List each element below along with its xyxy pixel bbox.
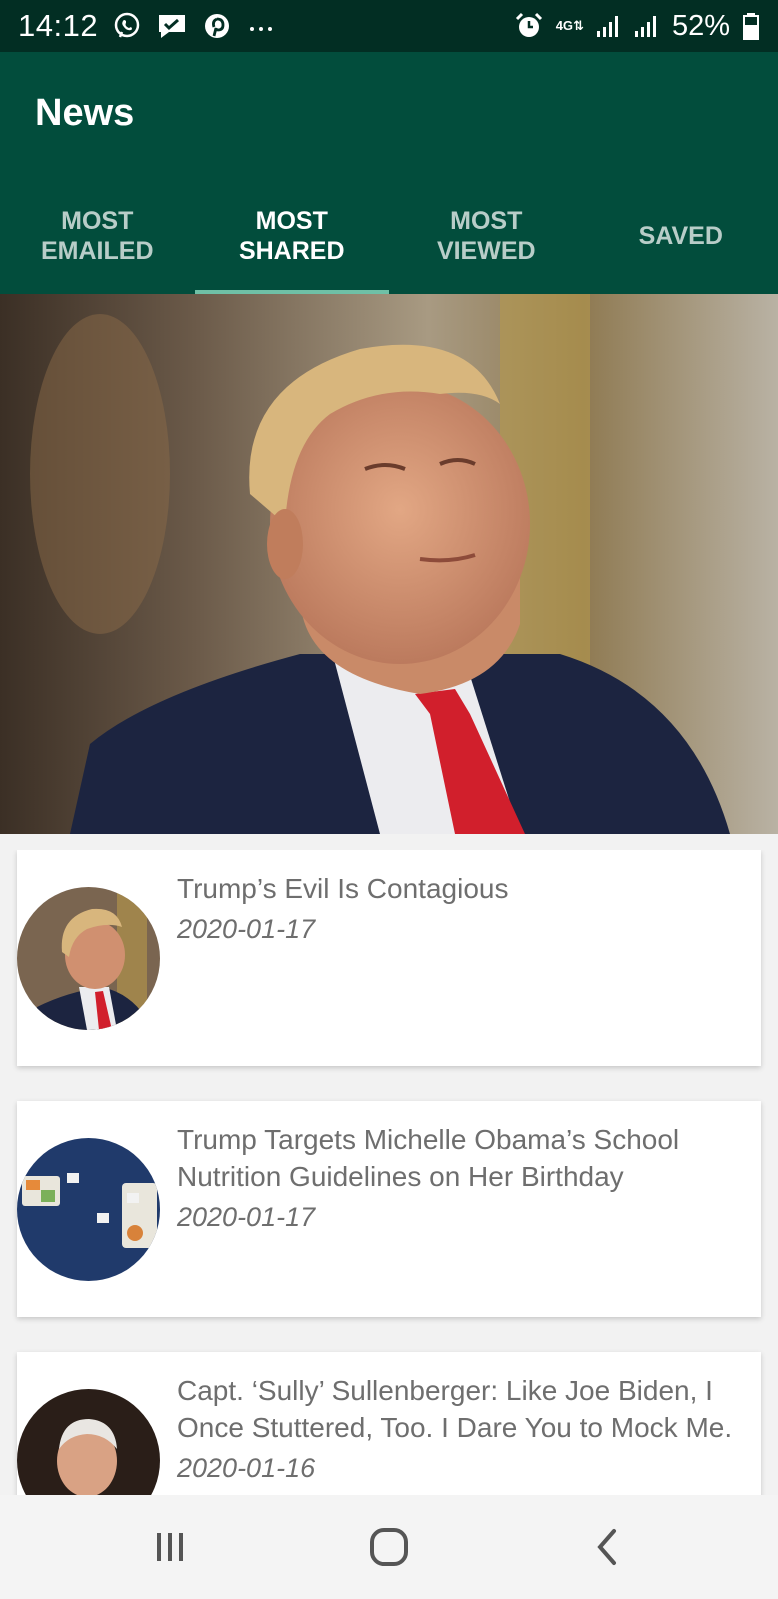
home-icon	[369, 1528, 408, 1566]
page-title: News	[35, 91, 135, 134]
status-right: 4G ⇅ 52%	[514, 10, 760, 43]
more-notifications-icon	[246, 11, 276, 41]
recent-apps-icon	[156, 1533, 183, 1561]
battery-icon	[742, 11, 760, 41]
chat-icon	[156, 11, 188, 41]
article-text: Capt. ‘Sully’ Sullenberger: Like Joe Bid…	[177, 1372, 747, 1488]
tab-most-viewed[interactable]: Most Viewed	[389, 174, 584, 294]
status-bar: 14:12 4G ⇅ 52%	[0, 0, 778, 52]
battery-percent: 52%	[671, 9, 730, 42]
tab-label: Most Viewed	[436, 207, 536, 265]
article-text: Trump’s Evil Is Contagious 2020-01-17	[177, 870, 747, 949]
screen: 14:12 4G ⇅ 52% News MOST EMAILED MOST SH…	[0, 0, 778, 1599]
viber-icon	[112, 11, 142, 41]
tab-label: Most Shared	[238, 207, 345, 265]
article-title: Trump’s Evil Is Contagious	[177, 873, 509, 904]
status-left: 14:12	[18, 8, 276, 44]
tab-saved[interactable]: Saved	[584, 174, 778, 294]
article-thumbnail	[17, 1138, 160, 1281]
tab-most-shared[interactable]: Most Shared	[194, 174, 389, 294]
article-title: Trump Targets Michelle Obama’s School Nu…	[177, 1124, 680, 1192]
article-card[interactable]: Capt. ‘Sully’ Sullenberger: Like Joe Bid…	[17, 1352, 761, 1495]
article-date: 2020-01-16	[177, 1453, 316, 1483]
signal-icon	[596, 13, 622, 39]
recent-apps-button[interactable]	[130, 1517, 210, 1577]
alarm-icon	[514, 11, 544, 41]
home-button[interactable]	[349, 1517, 429, 1577]
article-date: 2020-01-17	[177, 914, 316, 944]
tab-label: Saved	[638, 222, 723, 250]
back-button[interactable]	[568, 1517, 648, 1577]
tab-most-emailed[interactable]: Most Emailed	[0, 174, 195, 294]
article-card[interactable]: Trump Targets Michelle Obama’s School Nu…	[17, 1101, 761, 1317]
app-bar: News	[0, 52, 778, 174]
article-card[interactable]: Trump’s Evil Is Contagious 2020-01-17	[17, 850, 761, 1066]
network-type-label: 4G	[555, 18, 574, 33]
article-thumbnail	[17, 1389, 160, 1495]
pinterest-icon	[202, 11, 232, 41]
network-arrows-label: ⇅	[573, 18, 584, 33]
hero-image[interactable]	[0, 294, 778, 834]
article-list: Trump’s Evil Is Contagious 2020-01-17 Tr…	[0, 850, 778, 1495]
network-4g-icon: 4G ⇅	[555, 18, 584, 33]
article-title: Capt. ‘Sully’ Sullenberger: Like Joe Bid…	[177, 1375, 733, 1443]
article-date: 2020-01-17	[177, 1202, 316, 1232]
tab-label: Most Emailed	[41, 207, 154, 265]
article-thumbnail	[17, 887, 160, 1030]
signal-icon	[634, 13, 660, 39]
status-time: 14:12	[18, 8, 99, 43]
back-icon	[597, 1529, 617, 1565]
tab-bar: Most Emailed Most Shared Most Viewed Sav…	[0, 174, 778, 294]
article-text: Trump Targets Michelle Obama’s School Nu…	[177, 1121, 747, 1237]
system-nav-bar	[0, 1495, 778, 1599]
